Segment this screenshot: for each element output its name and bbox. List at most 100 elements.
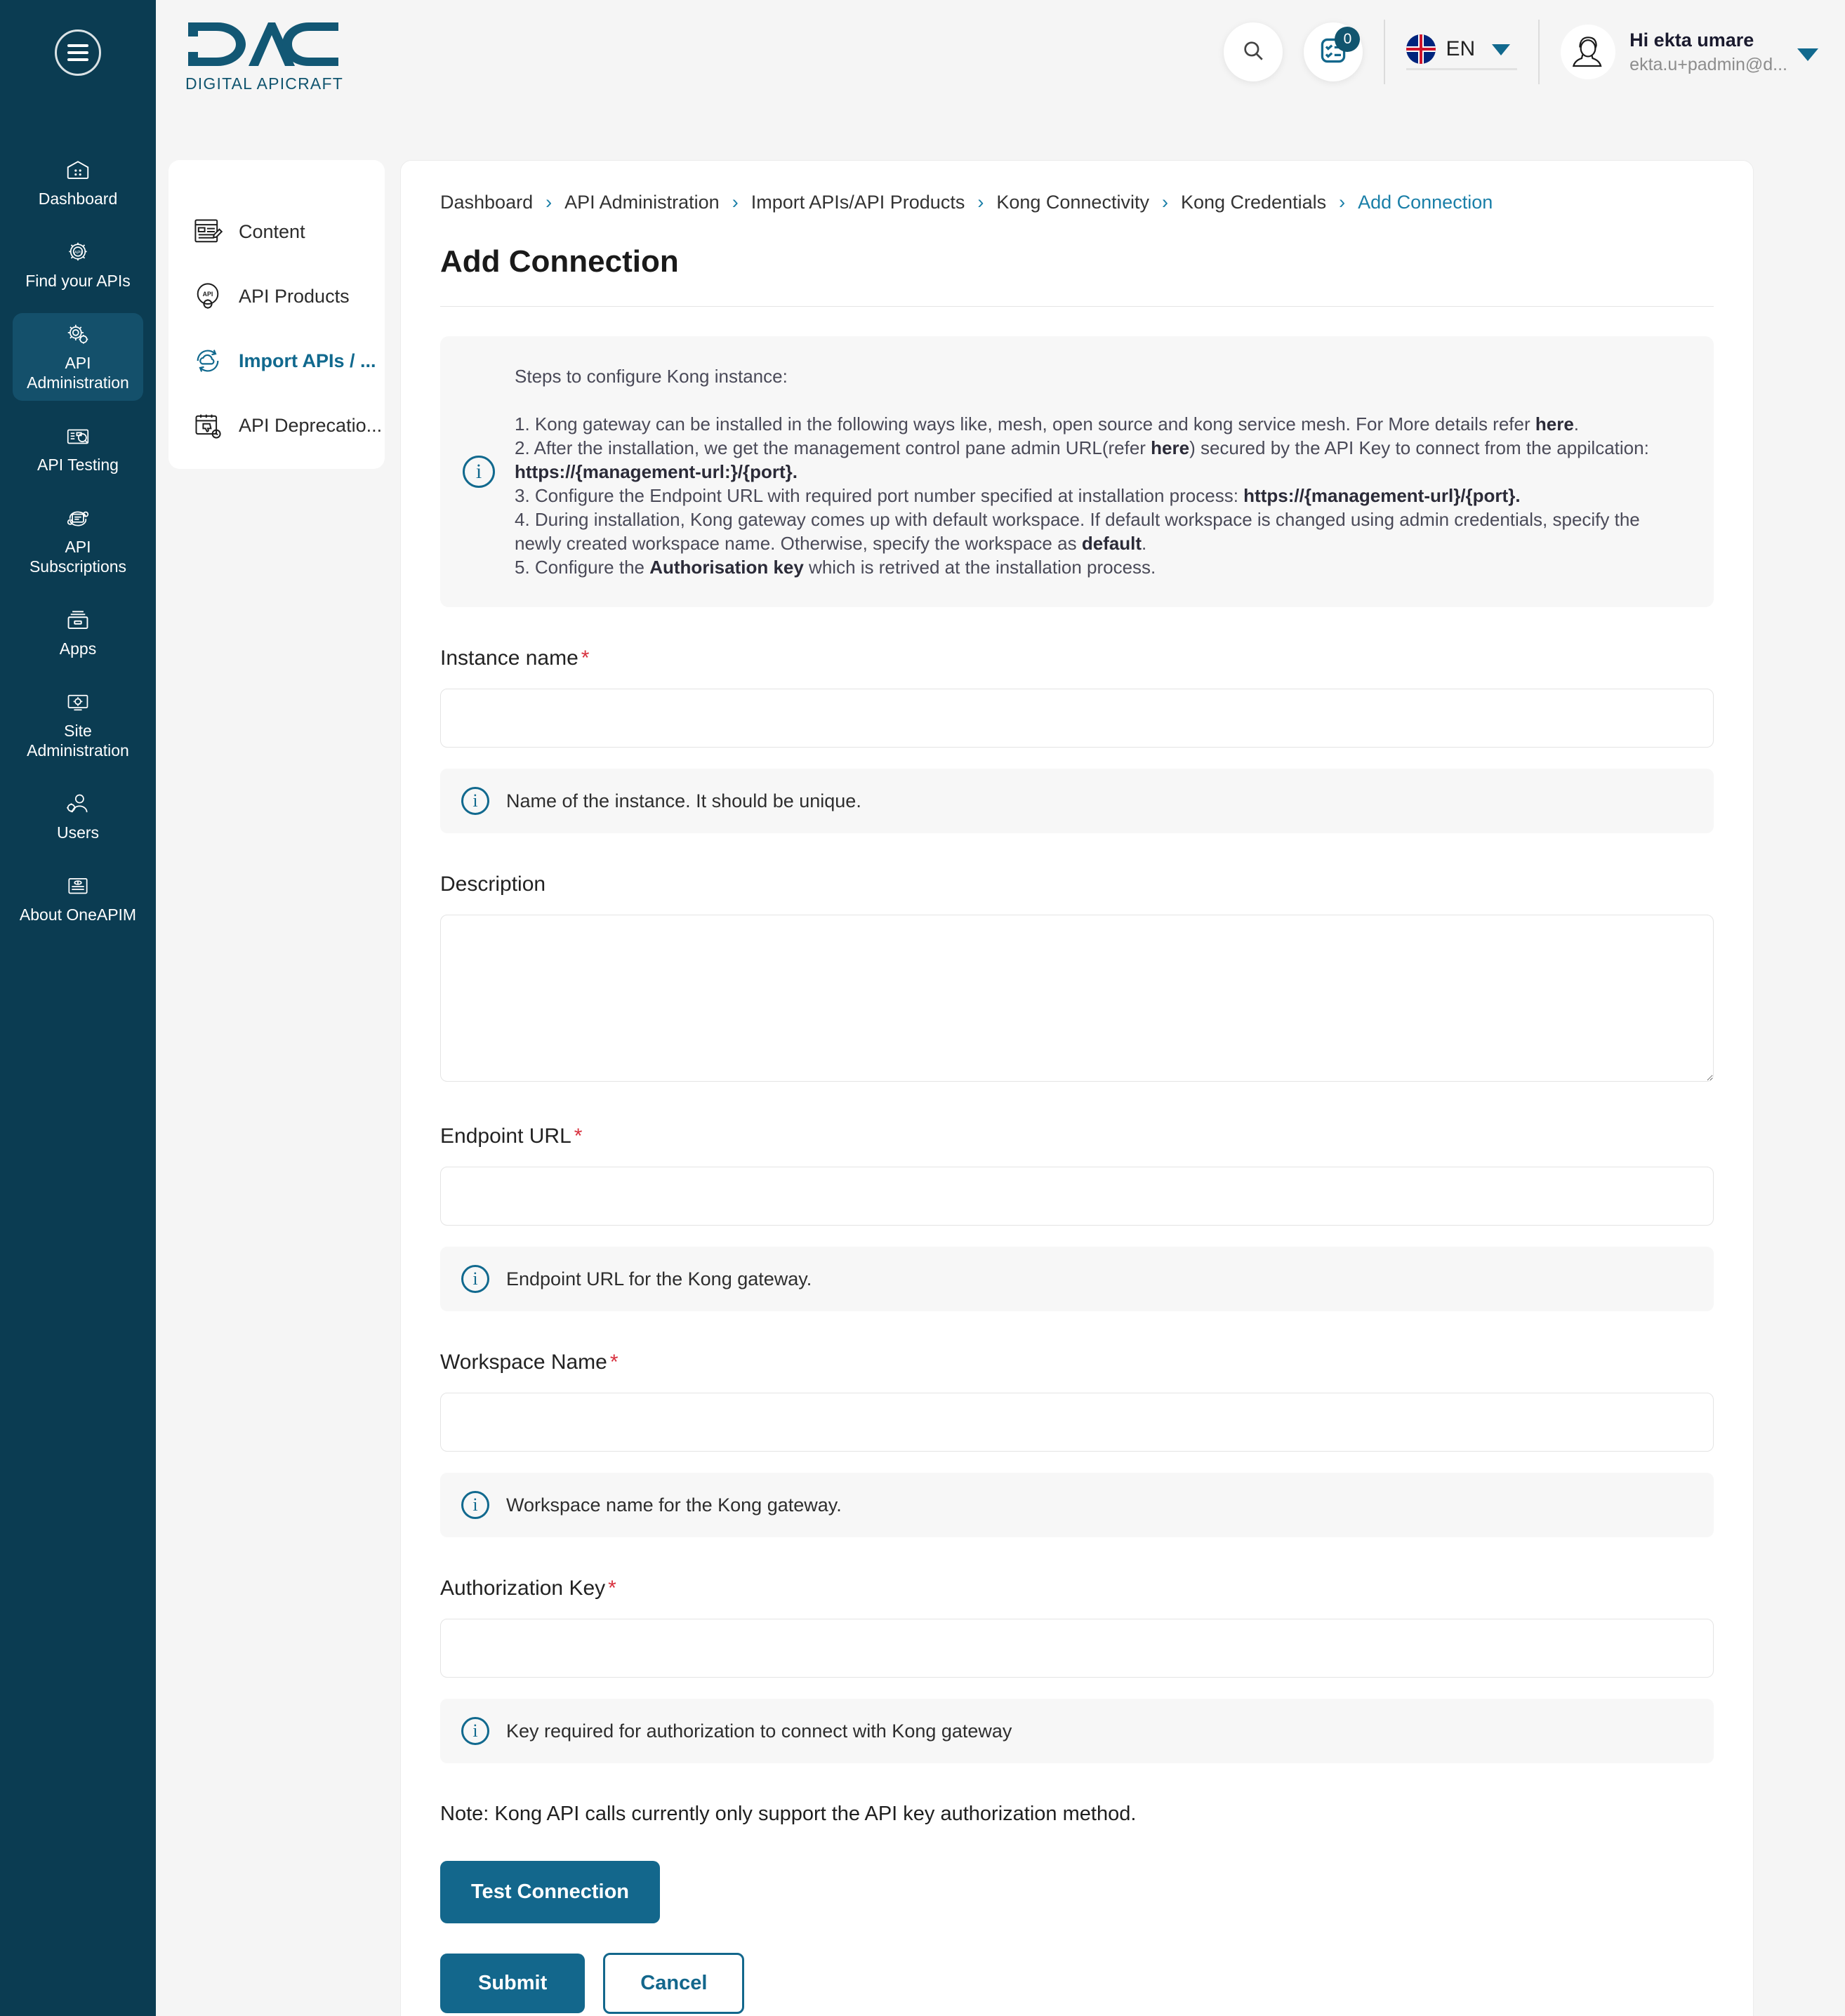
- required-marker: *: [581, 646, 590, 670]
- steps-line-1-a: 1. Kong gateway can be installed in the …: [515, 413, 1535, 435]
- chevron-right-icon: ›: [732, 192, 739, 213]
- info-icon: i: [461, 1265, 489, 1293]
- breadcrumb-item-current[interactable]: Add Connection: [1358, 192, 1493, 213]
- breadcrumb-item[interactable]: Import APIs/API Products: [751, 192, 965, 213]
- instance-name-hint: i Name of the instance. It should be uni…: [440, 769, 1714, 833]
- hint-text: Endpoint URL for the Kong gateway.: [506, 1268, 812, 1289]
- authorization-key-input[interactable]: [440, 1619, 1714, 1678]
- breadcrumb-item[interactable]: Kong Connectivity: [996, 192, 1149, 213]
- info-icon: i: [461, 1717, 489, 1745]
- uk-flag-icon: [1406, 34, 1436, 64]
- language-label: EN: [1446, 37, 1476, 60]
- steps-line-4: 4. During installation, Kong gateway com…: [515, 508, 1683, 555]
- endpoint-url-label-text: Endpoint URL: [440, 1125, 571, 1148]
- chevron-down-icon: [1797, 48, 1818, 61]
- breadcrumb-item[interactable]: API Administration: [564, 192, 720, 213]
- description-label: Description: [440, 873, 546, 896]
- breadcrumb-item[interactable]: Dashboard: [440, 192, 533, 213]
- secondary-sidebar: Content API API Products Import APIs / .…: [168, 160, 385, 469]
- steps-line-3: 3. Configure the Endpoint URL with requi…: [515, 484, 1683, 508]
- steps-line-2-a: 2. After the installation, we get the ma…: [515, 437, 1151, 458]
- sidebar-item-import-apis[interactable]: Import APIs / ...: [168, 329, 385, 393]
- submit-button[interactable]: Submit: [440, 1954, 586, 2013]
- user-profile-menu[interactable]: Hi ekta umare ekta.u+padmin@d...: [1561, 25, 1818, 79]
- info-icon: i: [461, 787, 489, 815]
- test-connection-row: Test Connection: [440, 1861, 1714, 1923]
- sidebar-item-label: Site Administration: [27, 722, 129, 760]
- workspace-name-input[interactable]: [440, 1393, 1714, 1452]
- sidebar-item-about-oneapim[interactable]: About OneAPIM: [13, 865, 143, 933]
- hint-text: Key required for authorization to connec…: [506, 1720, 1012, 1742]
- test-connection-button[interactable]: Test Connection: [440, 1861, 661, 1923]
- steps-line-2-d: https://{management-url:}/{port}.: [515, 461, 798, 482]
- authorization-key-label-text: Authorization Key: [440, 1577, 606, 1600]
- steps-line-2: 2. After the installation, we get the ma…: [515, 436, 1683, 460]
- chevron-right-icon: ›: [545, 192, 553, 213]
- top-header: DIGITAL APICRAFT 0 EN Hi ekta umare ekta…: [156, 0, 1845, 160]
- sidebar-item-site-administration[interactable]: Site Administration: [13, 681, 143, 769]
- title-divider: [440, 306, 1714, 307]
- breadcrumb-item[interactable]: Kong Credentials: [1181, 192, 1326, 213]
- steps-line-2-link[interactable]: here: [1151, 437, 1189, 458]
- content-icon: [192, 216, 223, 247]
- sidebar-item-api-testing[interactable]: API Testing: [13, 415, 143, 483]
- brand-logo[interactable]: DIGITAL APICRAFT: [171, 0, 343, 93]
- language-selector[interactable]: EN: [1406, 34, 1518, 70]
- dac-logo-icon: [188, 22, 338, 66]
- workspace-name-label-text: Workspace Name: [440, 1351, 607, 1374]
- sidebar-item-label: API Testing: [37, 456, 119, 474]
- field-authorization-key: Authorization Key * i Key required for au…: [440, 1577, 1714, 1763]
- steps-line-4-b: default: [1081, 533, 1142, 554]
- steps-line-5-c: which is retrived at the installation pr…: [803, 557, 1156, 578]
- sidebar-item-apps[interactable]: Apps: [13, 599, 143, 667]
- steps-text: Steps to configure Kong instance: 1. Kon…: [515, 364, 1683, 579]
- instance-name-input[interactable]: [440, 689, 1714, 748]
- tasks-button[interactable]: 0: [1304, 22, 1363, 81]
- search-icon: [1241, 39, 1265, 66]
- chevron-right-icon: ›: [977, 192, 984, 213]
- sidebar-item-find-your-apis[interactable]: API Find your APIs: [13, 231, 143, 299]
- sidebar-item-label: API Deprecatio...: [239, 414, 383, 436]
- sidebar-item-users[interactable]: Users: [13, 783, 143, 851]
- field-description: Description: [440, 873, 1714, 1085]
- content-row: Content API API Products Import APIs / .…: [156, 160, 1845, 2016]
- users-icon: [63, 791, 93, 818]
- field-instance-name: Instance name * i Name of the instance. I…: [440, 646, 1714, 833]
- endpoint-url-hint: i Endpoint URL for the Kong gateway.: [440, 1247, 1714, 1311]
- steps-info-box: i Steps to configure Kong instance: 1. K…: [440, 336, 1714, 607]
- cancel-button[interactable]: Cancel: [603, 1953, 745, 2014]
- primary-sidebar: Dashboard API Find your APIs API Adminis…: [0, 0, 156, 2016]
- required-marker: *: [608, 1577, 616, 1600]
- sidebar-item-label: Content: [239, 220, 305, 242]
- workspace-name-hint: i Workspace name for the Kong gateway.: [440, 1473, 1714, 1537]
- app-root: Dashboard API Find your APIs API Adminis…: [0, 0, 1845, 2016]
- sidebar-item-api-products[interactable]: API API Products: [168, 264, 385, 329]
- steps-line-5-b: Authorisation key: [649, 557, 804, 578]
- hint-text: Name of the instance. It should be uniqu…: [506, 790, 861, 811]
- user-text-block: Hi ekta umare ekta.u+padmin@d...: [1629, 27, 1787, 77]
- api-deprecation-icon: [192, 410, 223, 441]
- sidebar-item-label: Apps: [59, 639, 97, 658]
- description-textarea[interactable]: [440, 915, 1714, 1082]
- search-button[interactable]: [1224, 22, 1283, 81]
- authorization-note: Note: Kong API calls currently only supp…: [440, 1803, 1137, 1825]
- sidebar-item-api-deprecation[interactable]: API Deprecatio...: [168, 393, 385, 458]
- steps-line-1-link[interactable]: here: [1535, 413, 1574, 435]
- sidebar-item-api-subscriptions[interactable]: API Subscriptions: [13, 497, 143, 585]
- endpoint-url-input[interactable]: [440, 1167, 1714, 1226]
- svg-text:API: API: [74, 251, 81, 256]
- info-icon: i: [463, 456, 495, 488]
- workspace-name-label: Workspace Name *: [440, 1351, 619, 1374]
- hamburger-menu-icon[interactable]: [55, 29, 101, 76]
- sidebar-item-dashboard[interactable]: Dashboard: [13, 149, 143, 217]
- steps-line-2-c: ) secured by the API Key to connect from…: [1189, 437, 1649, 458]
- steps-line-1: 1. Kong gateway can be installed in the …: [515, 412, 1683, 436]
- sidebar-item-api-administration[interactable]: API Administration: [13, 313, 143, 401]
- page-title: Add Connection: [440, 244, 679, 279]
- sidebar-item-content[interactable]: Content: [168, 199, 385, 264]
- authorization-key-hint: i Key required for authorization to conn…: [440, 1699, 1714, 1763]
- field-endpoint-url: Endpoint URL * i Endpoint URL for the Kon…: [440, 1125, 1714, 1311]
- steps-line-3-b: https://{management-url}/{port}.: [1243, 485, 1521, 506]
- header-divider-1: [1384, 20, 1386, 84]
- chevron-right-icon: ›: [1161, 192, 1168, 213]
